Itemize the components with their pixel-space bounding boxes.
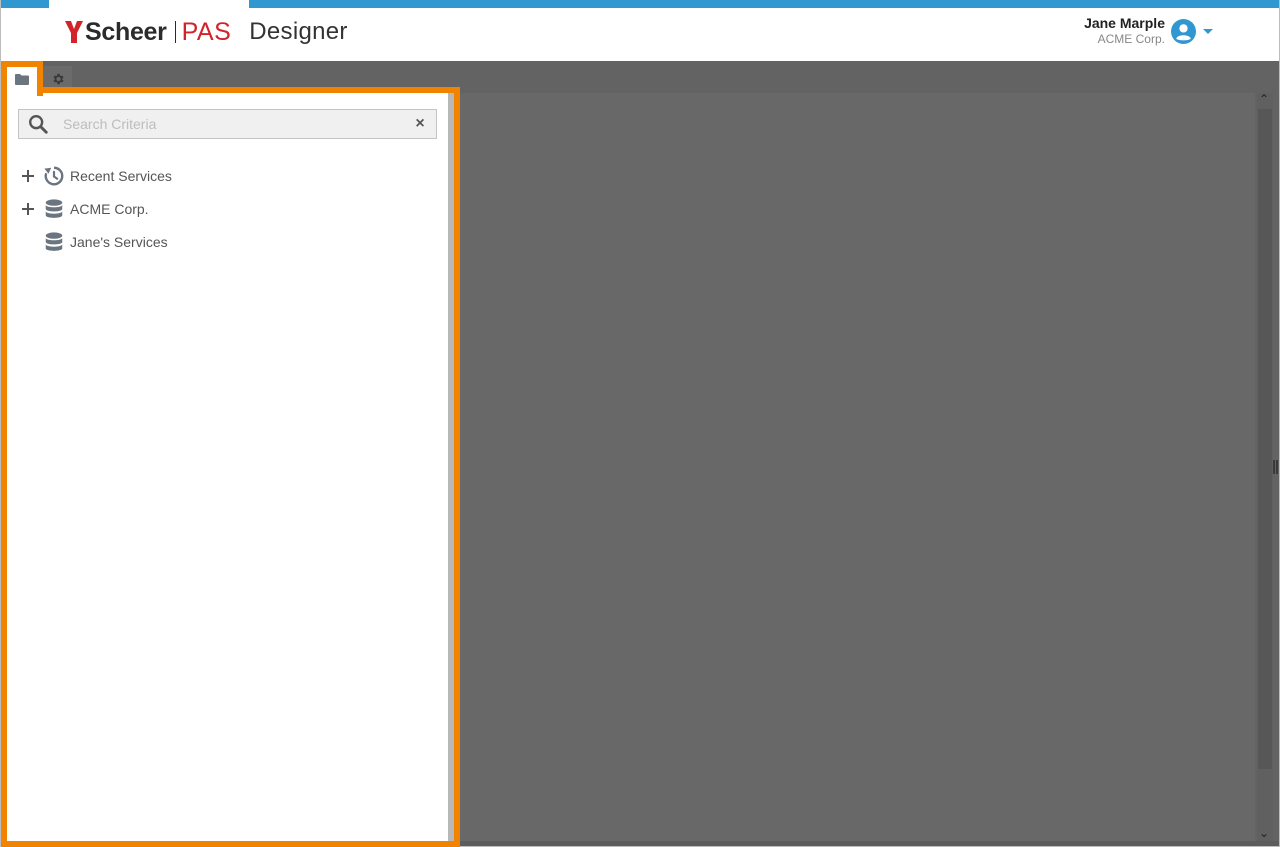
app-logo: Scheer PAS Designer: [65, 18, 348, 46]
database-icon: [45, 231, 63, 251]
search-box: ×: [18, 109, 437, 139]
database-icon: [45, 198, 63, 218]
expand-plus-icon[interactable]: [19, 167, 37, 185]
editor-canvas: [460, 93, 1255, 841]
tree-node-acme-corp[interactable]: ACME Corp.: [19, 192, 172, 225]
search-input[interactable]: [63, 116, 408, 132]
app-window: Scheer PAS Designer Jane Marple ACME Cor…: [0, 0, 1280, 847]
user-avatar-icon[interactable]: [1171, 19, 1196, 44]
folder-icon: [15, 73, 29, 85]
tree-node-label: ACME Corp.: [70, 200, 149, 217]
user-info[interactable]: Jane Marple ACME Corp.: [1084, 15, 1165, 47]
scroll-down-chevron-icon[interactable]: ⌄: [1259, 826, 1269, 840]
gear-icon: [53, 73, 64, 85]
vertical-scrollbar[interactable]: [1257, 93, 1273, 841]
tree-node-recent-services[interactable]: Recent Services: [19, 159, 172, 192]
app-name: Designer: [249, 18, 348, 45]
user-menu-chevron-down-icon[interactable]: [1203, 29, 1213, 34]
canvas-area: [460, 93, 1255, 841]
splitter-handle[interactable]: [1273, 460, 1279, 474]
sidebar-tabstrip: [1, 61, 1279, 93]
explorer-panel: × Recent Services: [7, 93, 454, 841]
service-tree: Recent Services ACME Corp. Jane's Servic…: [19, 159, 172, 258]
bottom-edge: [460, 841, 1279, 846]
logo-separator: [174, 21, 176, 43]
search-icon: [29, 115, 48, 134]
scrollbar-thumb[interactable]: [1258, 109, 1272, 769]
app-header: Scheer PAS Designer Jane Marple ACME Cor…: [1, 0, 1279, 61]
clear-search-icon[interactable]: ×: [408, 115, 432, 133]
highlight-gap: [7, 87, 37, 93]
scheer-logo-icon: [65, 21, 83, 43]
user-name: Jane Marple: [1084, 15, 1165, 31]
tree-node-label: Recent Services: [70, 167, 172, 184]
tree-node-label: Jane's Services: [70, 233, 168, 250]
scroll-up-chevron-icon[interactable]: ⌃: [1259, 92, 1269, 106]
expander-placeholder: [19, 233, 37, 251]
accent-bar-left: [1, 0, 49, 8]
expand-plus-icon[interactable]: [19, 200, 37, 218]
user-organization: ACME Corp.: [1097, 32, 1165, 46]
logo-brand-text: Scheer: [85, 17, 167, 46]
logo-product-text: PAS: [181, 17, 232, 46]
history-icon: [44, 166, 64, 185]
tab-settings[interactable]: [43, 66, 72, 92]
accent-bar-right: [249, 0, 1279, 8]
panel-scrollbar[interactable]: [448, 93, 454, 841]
tree-node-janes-services[interactable]: Jane's Services: [19, 225, 172, 258]
